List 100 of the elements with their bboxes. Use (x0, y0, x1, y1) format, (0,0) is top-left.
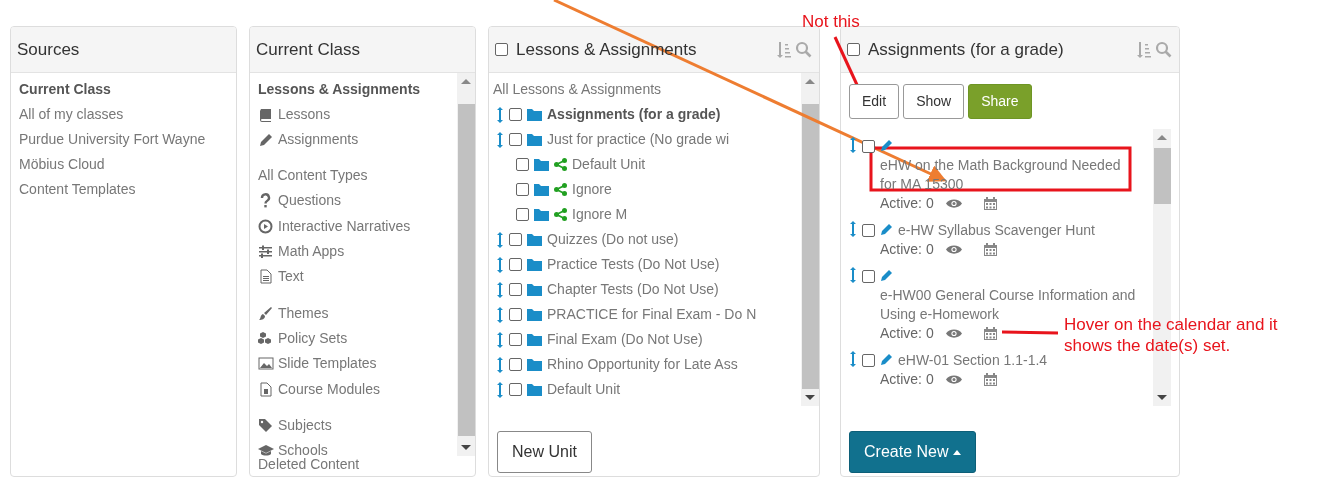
drag-handle-icon[interactable] (496, 231, 504, 248)
category-link[interactable]: Questions (278, 188, 342, 214)
drag-handle-icon[interactable] (496, 256, 504, 273)
eye-icon[interactable] (945, 328, 962, 339)
unit-link[interactable]: Ignore (572, 179, 612, 200)
create-new-button[interactable]: Create New (849, 431, 976, 473)
source-link[interactable]: Current Class (19, 77, 228, 102)
category-link[interactable]: Deleted Content (250, 456, 475, 472)
category-link[interactable]: Assignments (278, 127, 359, 152)
checkbox[interactable] (516, 208, 529, 221)
drag-handle-icon[interactable] (496, 106, 504, 123)
action-button[interactable]: Show (903, 84, 965, 119)
unit-link[interactable]: Default Unit (572, 154, 646, 175)
select-all-checkbox[interactable] (495, 43, 508, 56)
unit-link[interactable]: Rhino Opportunity for Late Ass (547, 354, 738, 375)
unit-link[interactable]: Ignore M (572, 204, 628, 225)
category-link[interactable]: Course Modules (278, 376, 380, 402)
checkbox[interactable] (509, 108, 522, 121)
pencil-icon[interactable] (880, 353, 893, 366)
select-all-checkbox[interactable] (847, 43, 860, 56)
checkbox[interactable] (509, 383, 522, 396)
eye-icon[interactable] (945, 198, 962, 209)
unit-link[interactable]: Assignments (for a grade) (547, 104, 721, 125)
category-link[interactable]: Text (278, 264, 304, 290)
category-link[interactable]: Math Apps (278, 239, 345, 265)
action-button[interactable]: Edit (849, 84, 900, 119)
eye-icon[interactable] (945, 244, 962, 255)
category-link[interactable]: Lessons (278, 102, 331, 127)
pencil-icon[interactable] (880, 139, 893, 152)
unit-link[interactable]: Quizzes (Do not use) (547, 229, 679, 250)
checkbox[interactable] (516, 183, 529, 196)
checkbox[interactable] (509, 283, 522, 296)
category-link[interactable]: Subjects (278, 412, 332, 438)
folder-icon (527, 383, 542, 396)
checkbox[interactable] (516, 158, 529, 171)
scrollbar[interactable] (457, 73, 475, 456)
checkbox[interactable] (509, 258, 522, 271)
category-link[interactable]: Policy Sets (278, 325, 348, 351)
document-icon (258, 381, 274, 397)
pencil-icon (258, 132, 274, 147)
unit-link[interactable]: Chapter Tests (Do Not Use) (547, 279, 719, 300)
category-link[interactable]: Interactive Narratives (278, 213, 411, 239)
calendar-icon[interactable] (983, 243, 997, 256)
unit-link[interactable]: PRACTICE for Final Exam - Do N (547, 304, 757, 325)
drag-handle-icon[interactable] (496, 306, 504, 323)
pencil-icon[interactable] (880, 223, 893, 236)
drag-handle-icon[interactable] (496, 381, 504, 398)
assignment-link[interactable]: eHW on the Math Background Needed for MA 15300 (880, 156, 1136, 194)
search-icon[interactable] (795, 40, 813, 59)
checkbox[interactable] (509, 233, 522, 246)
drag-handle-icon[interactable] (849, 351, 857, 367)
source-link[interactable]: Content Templates (19, 177, 228, 202)
drag-handle-icon[interactable] (496, 356, 504, 373)
play-circle-icon (258, 218, 274, 234)
checkbox[interactable] (862, 140, 875, 153)
category-link[interactable]: Schools (278, 438, 328, 456)
search-icon[interactable] (1155, 40, 1173, 59)
source-link[interactable]: Möbius Cloud (19, 152, 228, 177)
eye-icon[interactable] (945, 374, 962, 385)
checkbox[interactable] (509, 308, 522, 321)
source-link[interactable]: Purdue University Fort Wayne (19, 127, 228, 152)
category-link[interactable]: Slide Templates (278, 351, 377, 377)
unit-link[interactable]: Final Exam (Do Not Use) (547, 329, 703, 350)
source-link[interactable]: All of my classes (19, 102, 228, 127)
drag-handle-icon[interactable] (496, 131, 504, 148)
status-text: Active: 0 (880, 240, 934, 259)
root-link[interactable]: All Lessons & Assignments (493, 77, 801, 102)
sort-icon[interactable] (776, 40, 792, 59)
checkbox[interactable] (862, 354, 875, 367)
new-unit-button[interactable]: New Unit (497, 431, 592, 473)
drag-handle-icon[interactable] (496, 331, 504, 348)
unit-link[interactable]: Just for practice (No grade wi (547, 129, 730, 150)
callout-text: Not this (802, 11, 860, 32)
pencil-icon[interactable] (880, 269, 893, 282)
checkbox[interactable] (862, 224, 875, 237)
calendar-icon[interactable] (983, 373, 997, 386)
drag-handle-icon[interactable] (496, 281, 504, 298)
checkbox[interactable] (862, 270, 875, 283)
sort-icon[interactable] (1136, 40, 1152, 59)
category-link[interactable]: Themes (278, 300, 329, 326)
drag-handle-icon[interactable] (849, 221, 857, 237)
calendar-icon[interactable] (983, 197, 997, 210)
scrollbar[interactable] (801, 73, 819, 406)
status-text: Active: 0 (880, 194, 934, 213)
drag-handle-icon[interactable] (849, 137, 857, 153)
unit-link[interactable]: Default Unit (547, 379, 621, 400)
checkbox[interactable] (509, 333, 522, 346)
unit-link[interactable]: Practice Tests (Do Not Use) (547, 254, 720, 275)
checkbox[interactable] (509, 358, 522, 371)
checkbox[interactable] (509, 133, 522, 146)
drag-handle-icon[interactable] (849, 267, 857, 283)
calendar-icon[interactable] (983, 327, 997, 340)
assignment-link[interactable]: e-HW Syllabus Scavenger Hunt (898, 221, 1095, 240)
category-link[interactable]: Lessons & Assignments (258, 77, 421, 102)
action-button[interactable]: Share (968, 84, 1032, 119)
tag-icon (258, 417, 274, 433)
folder-icon (527, 233, 542, 246)
folder-icon (527, 358, 542, 371)
assignment-link[interactable]: eHW-01 Section 1.1-1.4 (898, 351, 1048, 370)
category-link[interactable]: All Content Types (258, 163, 368, 189)
